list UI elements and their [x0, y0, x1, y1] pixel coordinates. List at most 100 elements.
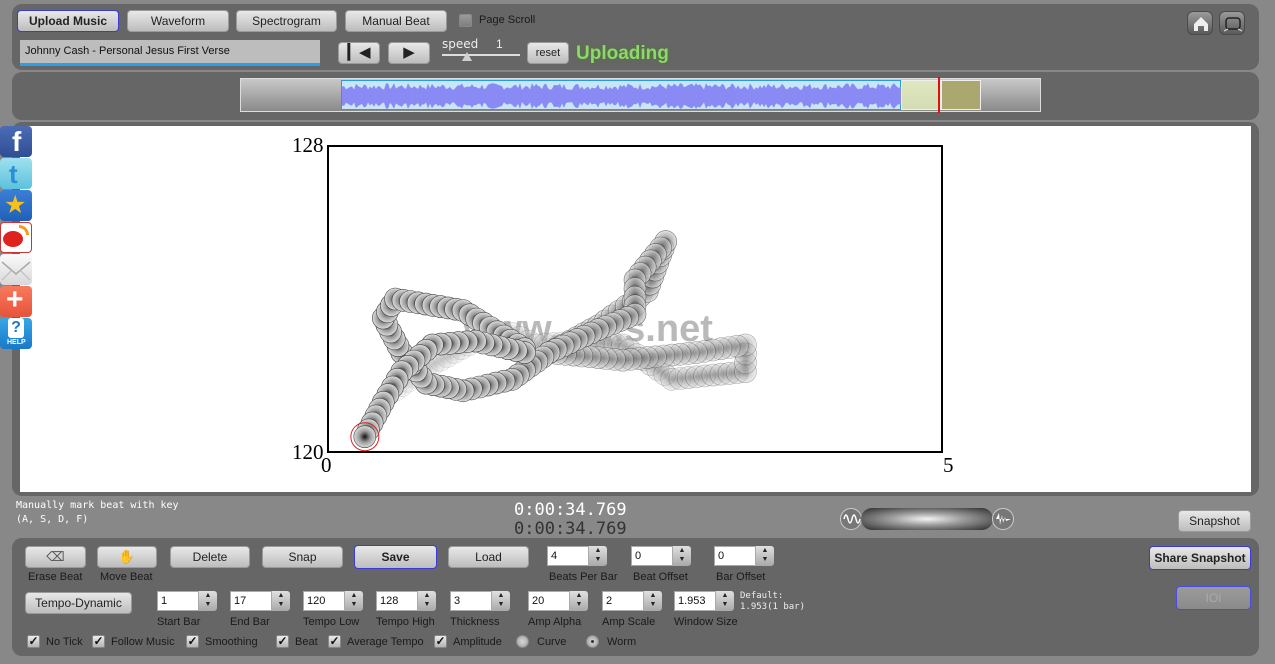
load-button[interactable]: Load — [448, 546, 529, 568]
facebook-button[interactable]: f — [0, 126, 32, 157]
spinner-input[interactable]: 2 — [602, 591, 644, 611]
visualization-canvas[interactable]: www.......s.net 128 120 0 5 — [20, 126, 1251, 492]
spinner-arrows[interactable]: ▲ ▼ — [199, 591, 217, 611]
manual-beat-button[interactable]: Manual Beat — [345, 10, 447, 32]
spinner-input[interactable]: 17 — [230, 591, 272, 611]
spinner-input[interactable]: 120 — [303, 591, 345, 611]
spinner-input[interactable]: 0 — [714, 546, 756, 566]
spinner-input[interactable]: 128 — [376, 591, 418, 611]
spinner-input[interactable]: 3 — [450, 591, 492, 611]
playhead-marker[interactable] — [938, 77, 940, 113]
fullscreen-button[interactable] — [1219, 11, 1245, 35]
arrow-down-icon[interactable]: ▼ — [424, 601, 431, 608]
arrow-down-icon[interactable]: ▼ — [351, 601, 358, 608]
spinner-input[interactable]: 1 — [157, 591, 199, 611]
arrow-up-icon[interactable]: ▲ — [278, 592, 285, 599]
checkbox-smoothing[interactable]: ✓ — [186, 635, 199, 648]
share-snapshot-button[interactable]: Share Snapshot — [1149, 546, 1251, 570]
spinner-arrows[interactable]: ▲ ▼ — [345, 591, 363, 611]
spinner-thickness[interactable]: 3 ▲ ▼ — [450, 591, 510, 611]
erase-beat-button[interactable]: ⌫ — [25, 546, 86, 568]
spinner-tempo-low[interactable]: 120 ▲ ▼ — [303, 591, 363, 611]
arrow-up-icon[interactable]: ▲ — [351, 592, 358, 599]
checkbox-no-tick[interactable]: ✓ — [27, 635, 40, 648]
arrow-up-icon[interactable]: ▲ — [650, 592, 657, 599]
qzone-button[interactable]: ★ — [0, 190, 32, 221]
spinner-start-bar[interactable]: 1 ▲ ▼ — [157, 591, 217, 611]
ioi-button[interactable]: IOI — [1176, 586, 1251, 610]
checkbox-average-tempo[interactable]: ✓ — [328, 635, 341, 648]
spinner-arrows[interactable]: ▲ ▼ — [272, 591, 290, 611]
arrow-up-icon[interactable]: ▲ — [679, 547, 686, 554]
spinner-arrows[interactable]: ▲ ▼ — [492, 591, 510, 611]
arrow-up-icon[interactable]: ▲ — [424, 592, 431, 599]
weibo-button[interactable] — [0, 222, 32, 253]
spinner-tempo-high[interactable]: 128 ▲ ▼ — [376, 591, 436, 611]
checkbox-amplitude[interactable]: ✓ — [434, 635, 447, 648]
spinner-arrows[interactable]: ▲ ▼ — [673, 546, 691, 566]
speed-reset-button[interactable]: reset — [527, 42, 569, 64]
spinner-beats-per-bar[interactable]: 4 ▲ ▼ — [547, 546, 607, 566]
checkbox-beat[interactable]: ✓ — [276, 635, 289, 648]
spinner-bar-offset[interactable]: 0 ▲ ▼ — [714, 546, 774, 566]
spinner-arrows[interactable]: ▲ ▼ — [589, 546, 607, 566]
arrow-down-icon[interactable]: ▼ — [278, 601, 285, 608]
home-button[interactable] — [1187, 11, 1213, 35]
arrow-down-icon[interactable]: ▼ — [576, 601, 583, 608]
spinner-input[interactable]: 4 — [547, 546, 589, 566]
help-button[interactable]: ? HELP — [0, 318, 32, 349]
spectrum-mode-button[interactable] — [992, 508, 1014, 530]
waveform-mode-button[interactable] — [840, 508, 862, 530]
spinner-window-size[interactable]: 1.953 ▲ ▼ — [674, 591, 734, 611]
spinner-end-bar[interactable]: 17 ▲ ▼ — [230, 591, 290, 611]
spinner-beat-offset[interactable]: 0 ▲ ▼ — [631, 546, 691, 566]
page-scroll-checkbox[interactable] — [459, 14, 472, 27]
speed-slider-handle[interactable] — [462, 52, 472, 61]
move-beat-button[interactable]: ✋ — [97, 546, 157, 568]
delete-button[interactable]: Delete — [170, 546, 250, 568]
play-button[interactable]: ▶ — [388, 42, 430, 64]
twitter-button[interactable]: t — [0, 158, 32, 189]
spinner-arrows[interactable]: ▲ ▼ — [570, 591, 588, 611]
song-title-field[interactable]: Johnny Cash - Personal Jesus First Verse — [20, 40, 320, 66]
tempo-dynamic-button[interactable]: Tempo-Dynamic — [25, 592, 132, 614]
spinner-input[interactable]: 20 — [528, 591, 570, 611]
checkbox-follow-music[interactable]: ✓ — [92, 635, 105, 648]
arrow-up-icon[interactable]: ▲ — [762, 547, 769, 554]
snapshot-button[interactable]: Snapshot — [1178, 510, 1251, 532]
skip-to-start-button[interactable]: ▎◀ — [338, 42, 380, 64]
waveform-track[interactable] — [240, 77, 1041, 113]
speed-slider[interactable] — [442, 54, 520, 56]
arrow-up-icon[interactable]: ▲ — [205, 592, 212, 599]
spinner-arrows[interactable]: ▲ ▼ — [756, 546, 774, 566]
add-share-button[interactable]: + — [0, 283, 32, 317]
arrow-down-icon[interactable]: ▼ — [498, 601, 505, 608]
arrow-up-icon[interactable]: ▲ — [498, 592, 505, 599]
snap-button[interactable]: Snap — [262, 546, 343, 568]
spinner-amp-alpha[interactable]: 20 ▲ ▼ — [528, 591, 588, 611]
waveform-visible-region[interactable] — [341, 80, 902, 110]
arrow-up-icon[interactable]: ▲ — [595, 547, 602, 554]
radio-worm[interactable] — [586, 635, 599, 648]
arrow-down-icon[interactable]: ▼ — [650, 601, 657, 608]
spinner-arrows[interactable]: ▲ ▼ — [716, 591, 734, 611]
arrow-down-icon[interactable]: ▼ — [762, 556, 769, 563]
spinner-arrows[interactable]: ▲ ▼ — [418, 591, 436, 611]
arrow-down-icon[interactable]: ▼ — [595, 556, 602, 563]
email-button[interactable] — [0, 254, 32, 285]
amplitude-slider[interactable] — [861, 508, 993, 530]
arrow-down-icon[interactable]: ▼ — [679, 556, 686, 563]
spinner-amp-scale[interactable]: 2 ▲ ▼ — [602, 591, 662, 611]
arrow-down-icon[interactable]: ▼ — [722, 601, 729, 608]
arrow-up-icon[interactable]: ▲ — [576, 592, 583, 599]
spinner-input[interactable]: 0 — [631, 546, 673, 566]
arrow-up-icon[interactable]: ▲ — [722, 592, 729, 599]
spinner-arrows[interactable]: ▲ ▼ — [644, 591, 662, 611]
waveform-loop-region[interactable] — [901, 80, 941, 110]
upload-music-button[interactable]: Upload Music — [17, 10, 119, 32]
arrow-down-icon[interactable]: ▼ — [205, 601, 212, 608]
save-button[interactable]: Save — [354, 545, 437, 569]
spinner-input[interactable]: 1.953 — [674, 591, 716, 611]
spectrogram-button[interactable]: Spectrogram — [236, 10, 337, 32]
radio-curve[interactable] — [516, 635, 529, 648]
